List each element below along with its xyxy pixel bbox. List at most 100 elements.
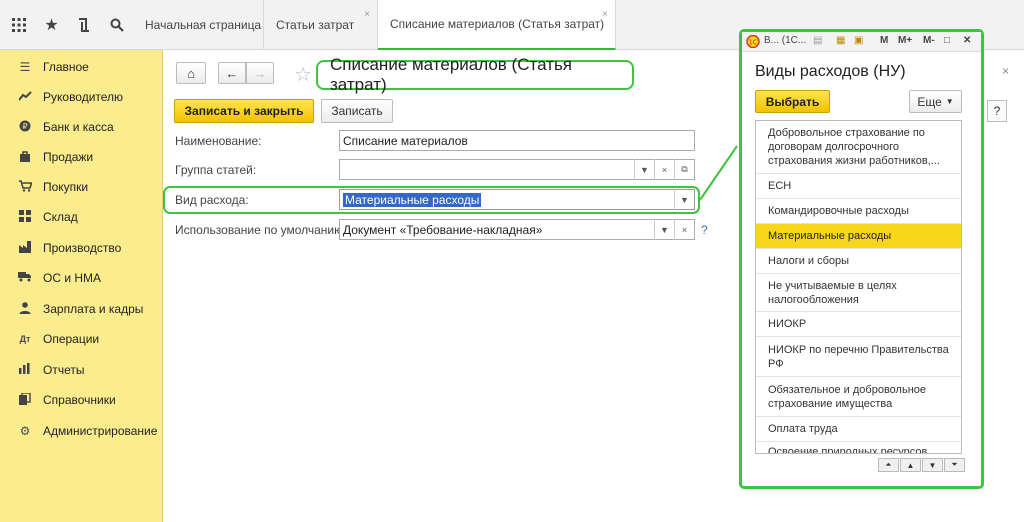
list-item[interactable]: НИОКР по перечню Правительства РФ (756, 337, 961, 377)
tab-home[interactable]: Начальная страница (133, 0, 264, 50)
sidebar-item-label: Отчеты (43, 363, 85, 377)
forward-button[interactable]: → (246, 62, 274, 84)
expense-types-popup: 1C В... (1С... ▤ ▦ ▣ M M+ M- □ ✕ Виды ра… (739, 29, 984, 489)
sidebar-item-salary[interactable]: Зарплата и кадры (0, 294, 163, 324)
default-usage-value: Документ «Требование-накладная» (343, 222, 543, 237)
clear-icon[interactable]: × (654, 159, 674, 180)
sidebar-item-label: Продажи (43, 150, 94, 164)
expense-types-list: Добровольное страхование по договорам до… (755, 120, 962, 454)
sidebar-item-label: ОС и НМА (43, 271, 102, 285)
truck-icon (16, 271, 34, 285)
svg-text:₽: ₽ (22, 122, 27, 131)
last-page-icon[interactable]: ⏷ (944, 458, 965, 472)
expense-type-field[interactable]: Материальные расходы ▼ (339, 189, 695, 210)
chevron-down-icon: ▼ (945, 97, 954, 106)
sidebar-item-production[interactable]: Производство (0, 233, 163, 263)
tab-label: Списание материалов (Статья затрат) (390, 17, 605, 31)
list-item-label: Обязательное и добровольное страхование … (768, 383, 927, 410)
maximize-icon[interactable]: □ (944, 35, 950, 46)
books-icon (16, 391, 34, 408)
sidebar-item-operations[interactable]: Дт Операции (0, 324, 163, 354)
list-item[interactable]: Оплата труда (756, 417, 961, 442)
list-item[interactable]: НИОКР (756, 312, 961, 337)
calculator-icon[interactable]: ▣ (854, 35, 863, 46)
first-page-icon[interactable]: ⏶ (878, 458, 899, 472)
clear-icon[interactable]: × (674, 219, 694, 240)
next-page-icon[interactable]: ▼ (922, 458, 943, 472)
sidebar-item-fixed-assets[interactable]: ОС и НМА (0, 263, 163, 293)
operations-icon: Дт (19, 334, 31, 344)
name-field[interactable]: Списание материалов (339, 130, 695, 151)
list-item-label: Командировочные расходы (768, 205, 909, 217)
list-item-label: НИОКР (768, 318, 807, 330)
sidebar-item-label: Производство (43, 241, 122, 255)
list-item-selected[interactable]: Материальные расходы (756, 224, 961, 249)
list-item[interactable]: Добровольное страхование по договорам до… (756, 121, 961, 174)
favorites-star-icon[interactable]: ★ (35, 0, 68, 50)
close-icon[interactable]: ✕ (963, 35, 971, 46)
coin-icon: ₽ (16, 120, 34, 135)
prev-page-icon[interactable]: ▲ (900, 458, 921, 472)
sidebar-item-administration[interactable]: ⚙ Администрирование (0, 416, 163, 446)
list-item[interactable]: Не учитываемые в целях налогообложения (756, 274, 961, 312)
sidebar-item-label: Справочники (43, 393, 116, 407)
help-button[interactable]: ? (987, 100, 1007, 122)
sidebar-item-purchases[interactable]: Покупки (0, 172, 163, 202)
favorite-star-icon[interactable]: ☆ (294, 62, 312, 87)
tab-write-off-materials[interactable]: Списание материалов (Статья затрат) × (378, 0, 616, 50)
more-button[interactable]: Еще ▼ (909, 90, 962, 113)
expense-type-value: Материальные расходы (343, 192, 482, 207)
save-and-close-button[interactable]: Записать и закрыть (174, 99, 314, 123)
home-button[interactable]: ⌂ (176, 62, 206, 84)
sidebar-item-reports[interactable]: Отчеты (0, 355, 163, 385)
memory-minus-button[interactable]: M- (923, 35, 935, 46)
open-icon[interactable]: ⧉ (674, 159, 694, 180)
close-icon[interactable]: × (1002, 64, 1009, 78)
document-icon[interactable]: ▤ (813, 35, 822, 46)
sidebar-item-bank[interactable]: ₽ Банк и касса (0, 112, 163, 142)
sidebar-item-references[interactable]: Справочники (0, 385, 163, 415)
apps-grid-icon[interactable] (2, 0, 35, 50)
list-item[interactable]: Освоение природных ресурсов (756, 442, 961, 454)
dropdown-icon[interactable]: ▼ (674, 189, 694, 210)
search-icon[interactable] (100, 0, 133, 50)
close-icon[interactable]: × (364, 9, 370, 20)
list-item-label: Налоги и сборы (768, 255, 850, 267)
close-icon[interactable]: × (602, 9, 608, 20)
tab-label: Начальная страница (145, 18, 262, 32)
tab-cost-items[interactable]: Статьи затрат × (264, 0, 378, 50)
list-item[interactable]: ЕСН (756, 174, 961, 199)
sidebar-item-label: Склад (43, 210, 78, 224)
select-button[interactable]: Выбрать (755, 90, 830, 113)
default-usage-field[interactable]: Документ «Требование-накладная» ▼ × (339, 219, 695, 240)
group-field[interactable]: ▼ × ⧉ (339, 159, 695, 180)
default-usage-label: Использование по умолчанию: (175, 223, 347, 237)
sidebar-item-warehouse[interactable]: Склад (0, 202, 163, 232)
trend-icon (16, 90, 34, 104)
back-button[interactable]: ← (218, 62, 246, 84)
history-icon[interactable] (67, 0, 100, 50)
calendar-icon[interactable]: ▦ (836, 35, 845, 46)
field-help-link[interactable]: ? (701, 223, 708, 237)
memory-button[interactable]: M (880, 35, 888, 46)
popup-window-title: В... (1С... (764, 35, 807, 46)
list-item-label: Материальные расходы (768, 230, 892, 242)
list-item-label: Освоение природных ресурсов (768, 446, 928, 454)
list-item[interactable]: Обязательное и добровольное страхование … (756, 377, 961, 417)
group-label: Группа статей: (175, 163, 257, 177)
list-item-label: Не учитываемые в целях налогообложения (768, 279, 897, 306)
memory-plus-button[interactable]: M+ (898, 35, 912, 46)
sidebar-item-manager[interactable]: Руководителю (0, 82, 163, 112)
arrow-left-icon: ← (225, 65, 239, 81)
save-button[interactable]: Записать (321, 99, 393, 123)
list-item-label: ЕСН (768, 180, 792, 192)
dropdown-icon[interactable]: ▼ (654, 219, 674, 240)
list-item[interactable]: Налоги и сборы (756, 249, 961, 274)
sidebar-item-main[interactable]: ☰ Главное (0, 52, 163, 82)
factory-icon (16, 240, 34, 256)
sidebar-item-label: Руководителю (43, 90, 124, 104)
dropdown-icon[interactable]: ▼ (634, 159, 654, 180)
list-item-label: НИОКР по перечню Правительства РФ (768, 343, 949, 370)
sidebar-item-sales[interactable]: Продажи (0, 142, 163, 172)
list-item[interactable]: Командировочные расходы (756, 199, 961, 224)
